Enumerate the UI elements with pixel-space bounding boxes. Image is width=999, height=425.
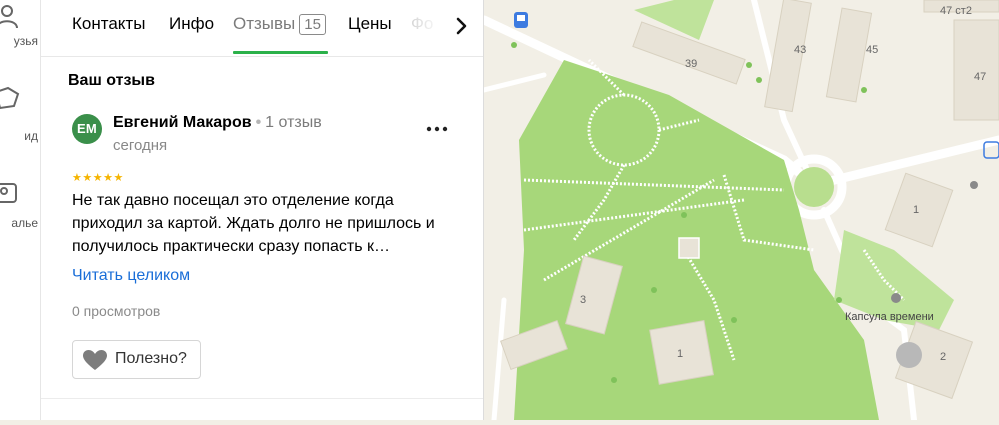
rail-label-gallery: алье <box>11 216 38 230</box>
map-label-2: 2 <box>940 351 946 363</box>
rating-stars: ★★★★★ <box>72 172 124 184</box>
rail-item-gallery[interactable]: алье <box>0 176 40 230</box>
chevron-right-icon <box>456 17 467 35</box>
review-text: Не так давно посещал это отделение когда… <box>72 192 435 255</box>
tab-info[interactable]: Инфо <box>169 14 214 34</box>
map-label-45: 45 <box>866 44 878 56</box>
map-label-3: 3 <box>580 294 586 306</box>
rail-item-guide[interactable]: ид <box>0 82 40 143</box>
map-label-1b: 1 <box>677 348 683 360</box>
your-review-heading: Ваш отзыв <box>68 72 155 89</box>
map-label-47st2: 47 ст2 <box>940 5 972 17</box>
separator-dot: • <box>255 114 262 131</box>
map-label-47: 47 <box>974 71 986 83</box>
author-name[interactable]: Евгений Макаров <box>113 114 252 131</box>
avatar[interactable]: ЕМ <box>72 114 102 144</box>
more-options-button[interactable] <box>423 120 451 138</box>
useful-button[interactable]: Полезно? <box>72 340 201 379</box>
rail-item-friends[interactable]: узья <box>0 0 40 50</box>
rail-label-friends: узья <box>13 34 38 48</box>
people-icon <box>0 5 18 29</box>
map-label-43: 43 <box>794 44 806 56</box>
guide-icon <box>0 86 20 110</box>
tab-reviews-label: Отзывы <box>233 14 296 33</box>
tabs-next-button[interactable] <box>449 14 473 38</box>
map-view[interactable]: 47 ст2 43 45 39 47 1 3 1 2 Капсула време… <box>479 0 999 423</box>
map-label-1a: 1 <box>913 204 919 216</box>
side-panel: Контакты Инфо Отзывы15 Цены Фо Ваш отзыв… <box>41 0 484 420</box>
poi-label: Капсула времени <box>845 311 934 323</box>
author-review-count: 1 отзыв <box>265 114 322 131</box>
gallery-icon <box>0 183 17 203</box>
monument-icon <box>970 181 978 189</box>
heart-icon <box>83 350 107 370</box>
more-dots-icon <box>426 126 448 132</box>
tab-bar: Контакты Инфо Отзывы15 Цены Фо <box>41 0 483 57</box>
useful-label: Полезно? <box>115 350 187 367</box>
read-more-link[interactable]: Читать целиком <box>72 267 190 285</box>
tab-reviews[interactable]: Отзывы 15 <box>233 14 326 35</box>
tab-prices[interactable]: Цены <box>348 14 392 34</box>
reviews-count-badge: 15 <box>299 14 326 35</box>
map-canvas[interactable]: 47 ст2 43 45 39 47 1 3 1 2 Капсула време… <box>479 0 999 423</box>
rail-label-guide: ид <box>24 129 38 143</box>
poi-marker-icon <box>891 293 901 303</box>
left-rail: узья ид алье <box>0 0 41 420</box>
map-label-39: 39 <box>685 58 697 70</box>
review-author: Евгений Макаров • 1 отзыв <box>113 114 322 132</box>
round-structure-icon <box>896 342 922 368</box>
review-date: сегодня <box>113 137 168 154</box>
tab-contacts[interactable]: Контакты <box>72 14 145 34</box>
active-tab-indicator <box>233 51 328 54</box>
views-count: 0 просмотров <box>72 303 161 319</box>
divider <box>41 398 483 399</box>
